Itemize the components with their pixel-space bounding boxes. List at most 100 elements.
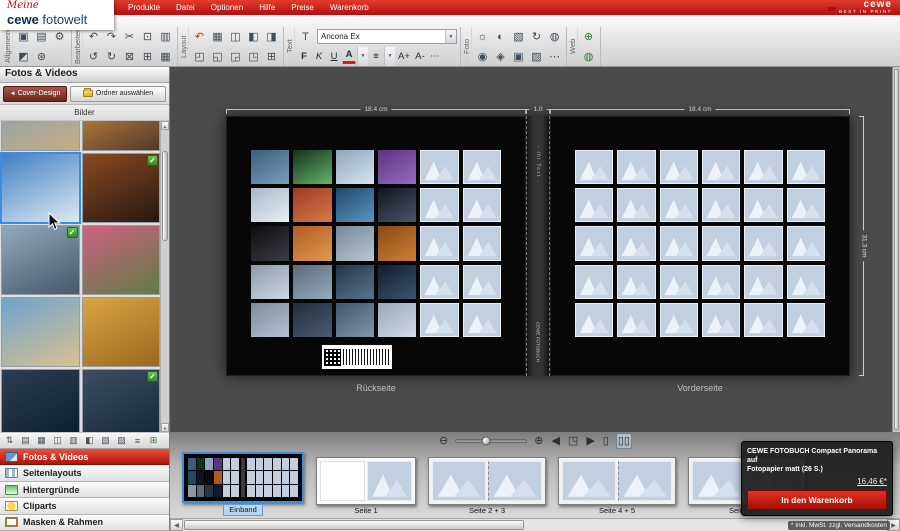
photo-placeholder[interactable] xyxy=(617,188,655,222)
cover-photo[interactable] xyxy=(293,188,331,222)
photo-placeholder[interactable] xyxy=(660,188,698,222)
photo-placeholder[interactable] xyxy=(744,265,782,299)
photo-placeholder[interactable] xyxy=(463,265,501,299)
redo-icon[interactable]: ↷ xyxy=(103,28,120,45)
photo-placeholder[interactable] xyxy=(463,226,501,260)
cover-photo[interactable] xyxy=(293,150,331,184)
shadow-icon[interactable]: ▨ xyxy=(528,48,545,65)
zoom-slider[interactable] xyxy=(455,439,527,443)
menu-produkte[interactable]: Produkte xyxy=(128,0,160,15)
rows-view-icon[interactable]: ▥ xyxy=(66,434,81,448)
detail-view-icon[interactable]: ▨ xyxy=(114,434,129,448)
scroll-left-icon[interactable]: ◀ xyxy=(170,519,183,531)
single-page-view-button[interactable]: ▯ xyxy=(602,434,610,448)
photo-placeholder[interactable] xyxy=(617,303,655,337)
photo-placeholder[interactable] xyxy=(744,303,782,337)
grid-view-icon[interactable]: ▧ xyxy=(98,434,113,448)
zoom-in-button[interactable]: ⊕ xyxy=(533,434,544,448)
add-placeholder-icon[interactable]: ⊞ xyxy=(263,48,280,65)
photo-placeholder[interactable] xyxy=(575,226,613,260)
photo-thumbnail-pink-blossoms[interactable] xyxy=(82,225,161,295)
settings-icon[interactable]: ⚙ xyxy=(51,28,68,45)
photo-placeholder[interactable] xyxy=(575,265,613,299)
photo-placeholder[interactable] xyxy=(420,265,458,299)
category-masken-rahmen[interactable]: Masken & Rahmen xyxy=(0,515,169,531)
photo-placeholder[interactable] xyxy=(787,226,825,260)
font-color-button[interactable]: A xyxy=(342,49,356,64)
photo-placeholder[interactable] xyxy=(660,226,698,260)
photo-placeholder[interactable] xyxy=(617,150,655,184)
fit-view-button[interactable]: ◳ xyxy=(567,434,579,448)
split-view-icon[interactable]: ◧ xyxy=(82,434,97,448)
snap-grid-icon[interactable]: ◳ xyxy=(245,48,262,65)
photo-thumbnail-beach-sunset[interactable]: ✓ xyxy=(82,121,161,151)
photo-placeholder[interactable] xyxy=(787,303,825,337)
photo-placeholder[interactable] xyxy=(702,303,740,337)
photo-placeholder[interactable] xyxy=(420,226,458,260)
page-thumb-seite-4-5[interactable]: Seite 4 + 5 xyxy=(558,452,676,516)
add-to-cart-button[interactable]: In den Warenkorb xyxy=(747,490,887,510)
columns-view-icon[interactable]: ◫ xyxy=(50,434,65,448)
photo-thumbnail-sand-shell[interactable] xyxy=(82,297,161,367)
layout-grid-icon[interactable]: ▦ xyxy=(209,28,226,45)
photo-placeholder[interactable] xyxy=(575,150,613,184)
photo-placeholder[interactable] xyxy=(744,188,782,222)
photo-placeholder[interactable] xyxy=(617,265,655,299)
photo-thumbnail-dark-harbour[interactable]: ✓ xyxy=(82,369,161,432)
select-folder-button[interactable]: Ordner auswählen xyxy=(70,86,166,102)
cover-photo[interactable] xyxy=(293,265,331,299)
scrollbar-thumb[interactable] xyxy=(162,151,168,241)
photo-thumbnail-opera-house-dusk[interactable]: ✓ xyxy=(82,153,161,223)
page-thumb-einband[interactable]: Einband xyxy=(182,452,304,516)
photo-frame-icon[interactable]: ▣ xyxy=(510,48,527,65)
more-photo-icon[interactable]: ⋯ xyxy=(546,48,563,65)
toolbar-tab-layout[interactable]: Layout xyxy=(179,27,189,66)
back-to-cover-design-button[interactable]: ◄ Cover-Design xyxy=(3,86,67,102)
delete-icon[interactable]: ⊠ xyxy=(121,48,138,65)
italic-button[interactable]: K xyxy=(312,49,326,64)
distribute-icon[interactable]: ◲ xyxy=(227,48,244,65)
add-view-icon[interactable]: ⊞ xyxy=(146,434,161,448)
cover-photo[interactable] xyxy=(251,303,289,337)
toolbar-tab-bearbeiten[interactable]: Bearbeiten xyxy=(73,27,83,66)
category-hintergründe[interactable]: Hintergründe xyxy=(0,482,169,498)
contrast-icon[interactable]: ◐ xyxy=(492,28,509,45)
photo-placeholder[interactable] xyxy=(420,303,458,337)
layout-right-icon[interactable]: ◨ xyxy=(263,28,280,45)
photo-list-scrollbar[interactable]: ▲ ▼ xyxy=(160,121,169,432)
cover-photo[interactable] xyxy=(293,226,331,260)
menu-datei[interactable]: Datei xyxy=(176,0,195,15)
category-fotos-videos[interactable]: Fotos & Videos xyxy=(0,449,169,465)
font-size-up-button[interactable]: A+ xyxy=(396,49,412,64)
photo-placeholder[interactable] xyxy=(702,265,740,299)
sort-icon[interactable]: ⇅ xyxy=(2,434,17,448)
next-page-button[interactable]: ▶ xyxy=(585,434,595,448)
menu-warenkorb[interactable]: Warenkorb xyxy=(330,0,369,15)
cover-photo[interactable] xyxy=(378,188,416,222)
cover-photo[interactable] xyxy=(378,150,416,184)
palette-icon[interactable]: ◩ xyxy=(15,48,32,65)
toolbar-tab-allgemein[interactable]: Allgemein xyxy=(3,27,13,66)
rotate-left-icon[interactable]: ↺ xyxy=(85,48,102,65)
page-thumb-seite-1[interactable]: Seite 1 xyxy=(316,452,416,516)
layout-left-icon[interactable]: ◧ xyxy=(245,28,262,45)
cover-photo[interactable] xyxy=(251,265,289,299)
photo-placeholder[interactable] xyxy=(787,150,825,184)
menu-hilfe[interactable]: Hilfe xyxy=(259,0,275,15)
cover-photo[interactable] xyxy=(378,303,416,337)
spread-view-button[interactable]: ▯▯ xyxy=(616,433,632,449)
cut-icon[interactable]: ✂ xyxy=(121,28,138,45)
photo-placeholder[interactable] xyxy=(463,303,501,337)
cover-photo[interactable] xyxy=(251,188,289,222)
cover-photo[interactable] xyxy=(251,150,289,184)
cover-photo[interactable] xyxy=(336,226,374,260)
photo-thumbnail-beach-couple[interactable] xyxy=(1,297,80,367)
copy-icon[interactable]: ⊡ xyxy=(139,28,156,45)
rotate-photo-icon[interactable]: ↻ xyxy=(528,28,545,45)
photo-placeholder[interactable] xyxy=(575,303,613,337)
prev-page-button[interactable]: ◀ xyxy=(550,434,560,448)
scroll-down-icon[interactable]: ▼ xyxy=(161,423,169,432)
photo-placeholder[interactable] xyxy=(420,150,458,184)
photo-placeholder[interactable] xyxy=(744,226,782,260)
photo-placeholder[interactable] xyxy=(660,265,698,299)
